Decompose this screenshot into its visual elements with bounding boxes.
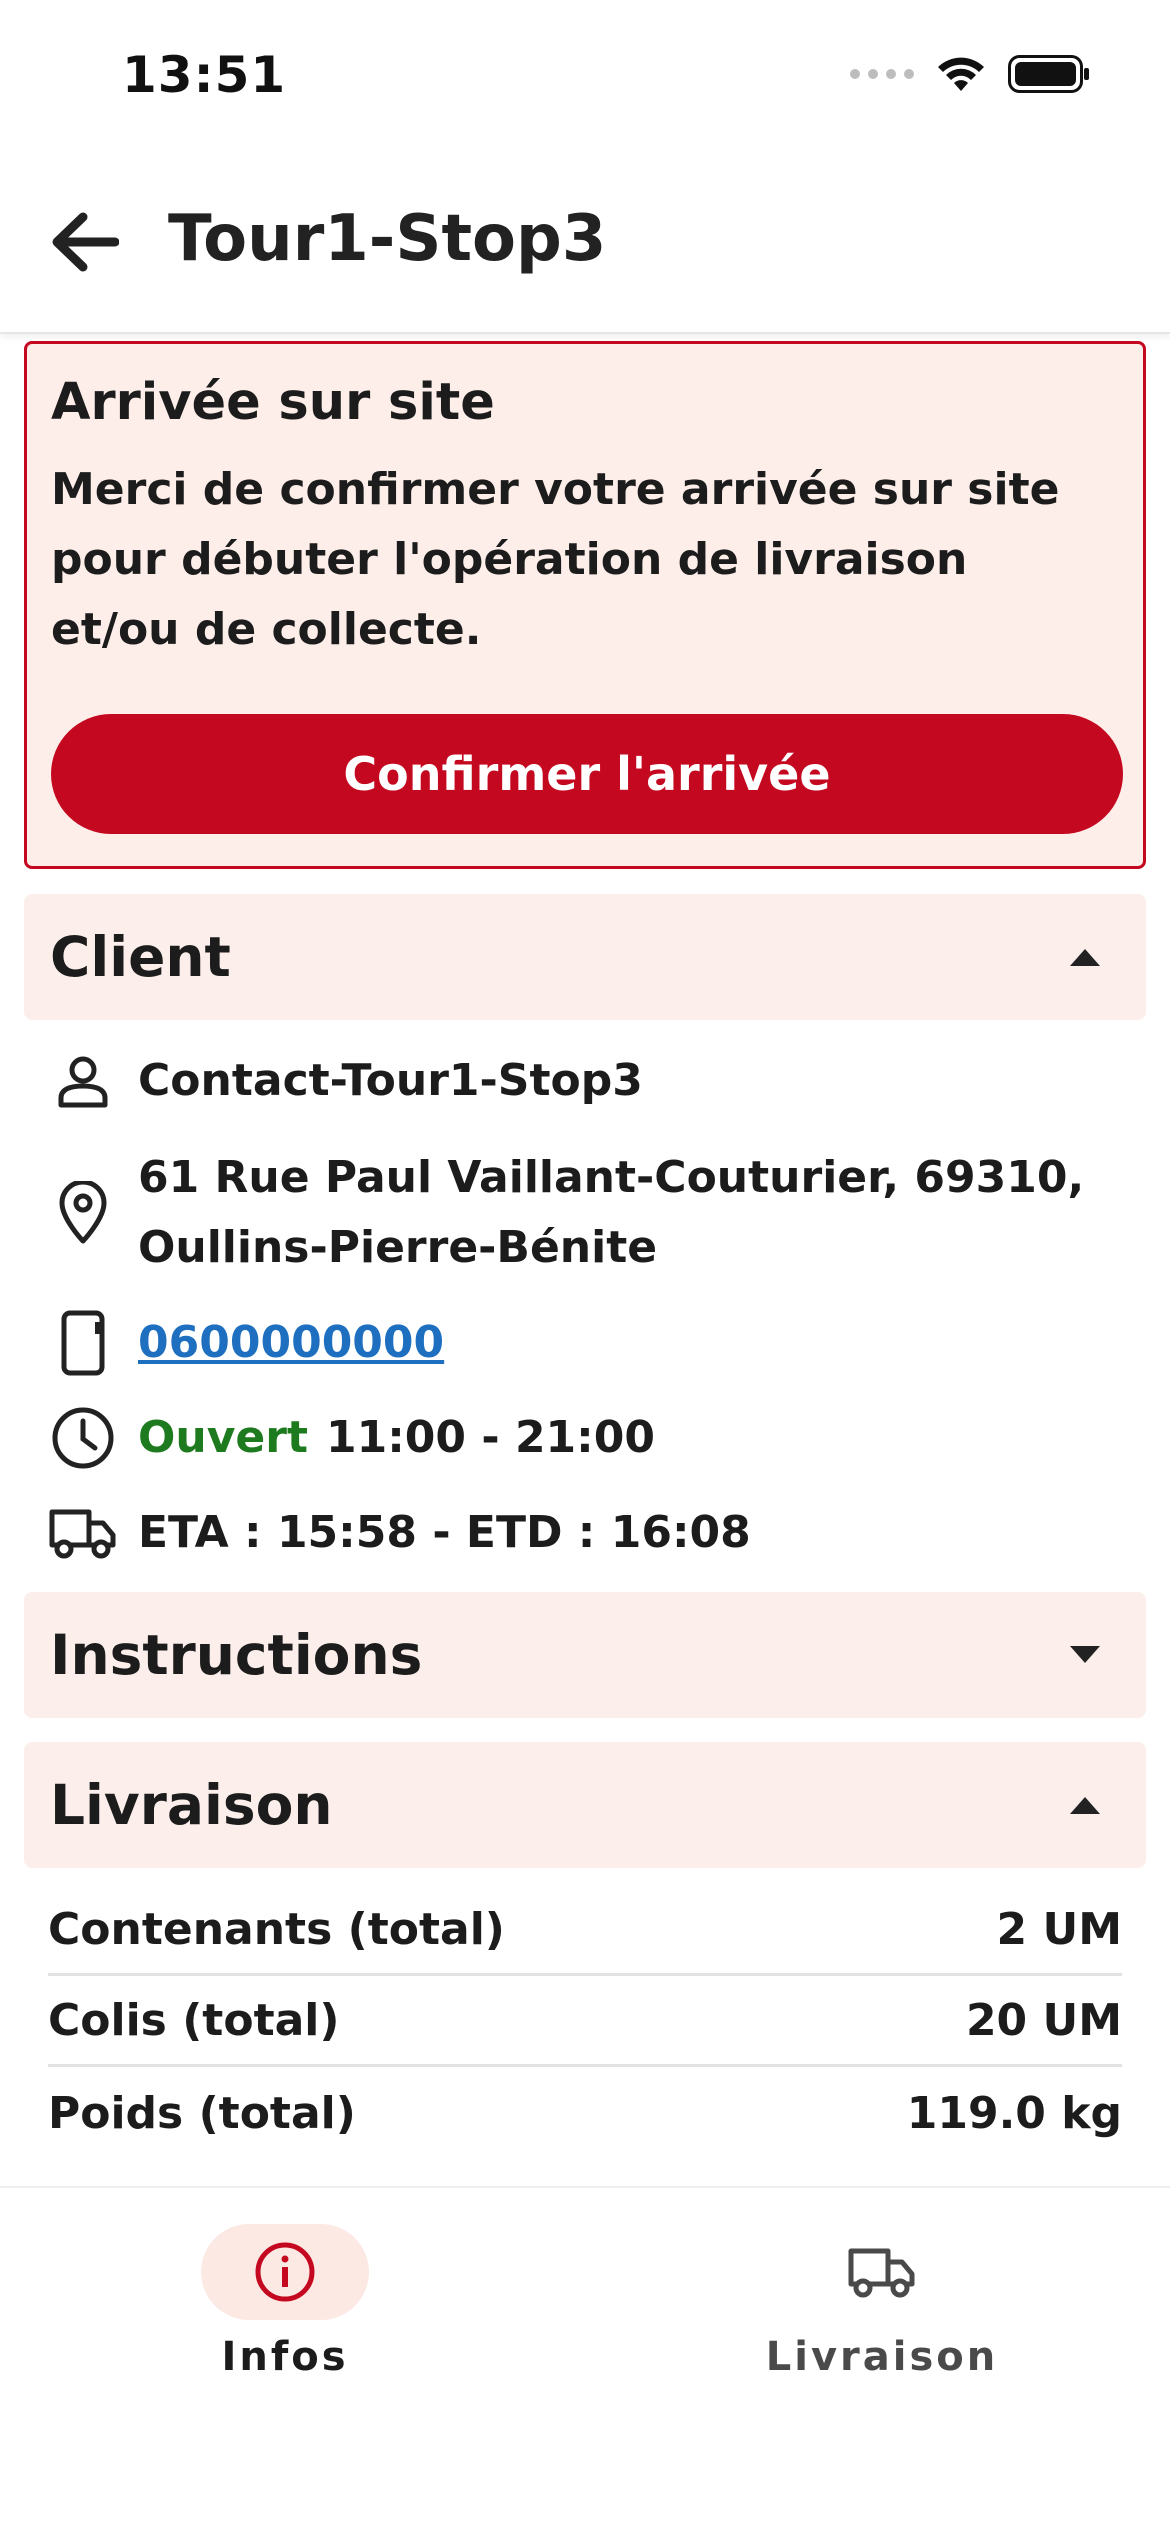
address-text: 61 Rue Paul Vaillant-Couturier, 69310, O… [138,1152,1085,1273]
arrow-left-icon [52,212,119,272]
location-pin-icon [48,1178,118,1248]
client-section-title: Client [50,925,231,989]
row-label: Colis (total) [48,1995,340,2046]
nav-tab-infos[interactable]: Infos [135,2224,435,2380]
phone-link[interactable]: 0600000000 [138,1308,444,1378]
delivery-section-title: Livraison [50,1773,333,1837]
bottom-navigation: Infos Livraison [0,2186,1170,2532]
confirm-arrival-button[interactable]: Confirmer l'arrivée [51,714,1123,834]
nav-pill [798,2224,966,2320]
truck-icon [848,2248,915,2298]
eta-row: ETA : 15:58 - ETD : 16:08 [48,1498,751,1568]
battery-icon [1008,55,1089,93]
open-status-badge: Ouvert [138,1412,308,1463]
nav-tab-livraison[interactable]: Livraison [732,2224,1032,2380]
delivery-row-containers: Contenants (total) 2 UM [48,1886,1122,1976]
delivery-row-parcels: Colis (total) 20 UM [48,1977,1122,2067]
truck-icon [48,1498,118,1568]
row-label: Contenants (total) [48,1904,505,1955]
alert-title: Arrivée sur site [51,373,495,432]
nav-pill-active [201,2224,369,2320]
person-icon [48,1046,118,1116]
delivery-row-weight: Poids (total) 119.0 kg [48,2068,1122,2158]
instructions-section-title: Instructions [50,1623,423,1687]
status-icons [850,55,1090,93]
status-bar: 13:51 [0,0,1170,150]
back-button[interactable] [44,202,124,282]
page-title: Tour1-Stop3 [168,202,607,276]
nav-label-livraison: Livraison [765,2334,999,2380]
contact-name: Contact-Tour1-Stop3 [138,1055,643,1106]
phone-icon [48,1308,118,1378]
nav-label-infos: Infos [221,2334,349,2380]
cellular-signal-icon [850,69,914,79]
chevron-up-icon [1070,949,1100,966]
info-icon [255,2242,315,2302]
instructions-section-header[interactable]: Instructions [24,1592,1146,1718]
clock-icon [48,1403,118,1473]
app-header: Tour1-Stop3 [0,150,1170,334]
client-section-header[interactable]: Client [24,894,1146,1020]
eta-etd-text: ETA : 15:58 - ETD : 16:08 [138,1507,751,1558]
contact-row: Contact-Tour1-Stop3 [48,1046,643,1116]
row-value: 2 UM [996,1904,1122,1955]
wifi-icon [938,57,984,91]
chevron-up-icon [1070,1797,1100,1814]
chevron-down-icon [1070,1646,1100,1663]
opening-hours-row: Ouvert 11:00 - 21:00 [48,1403,655,1473]
delivery-section-header[interactable]: Livraison [24,1742,1146,1868]
address-row: 61 Rue Paul Vaillant-Couturier, 69310, O… [48,1143,1118,1283]
phone-row: 0600000000 [48,1308,444,1378]
alert-message: Merci de confirmer votre arrivée sur sit… [51,464,1060,656]
hours-text: 11:00 - 21:00 [325,1412,655,1463]
row-value: 119.0 kg [906,2087,1122,2139]
status-time: 13:51 [122,46,287,104]
row-value: 20 UM [965,1995,1122,2046]
arrival-alert: Arrivée sur site Merci de confirmer votr… [24,341,1146,869]
opening-hours: Ouvert 11:00 - 21:00 [138,1403,655,1473]
row-label: Poids (total) [48,2087,356,2139]
